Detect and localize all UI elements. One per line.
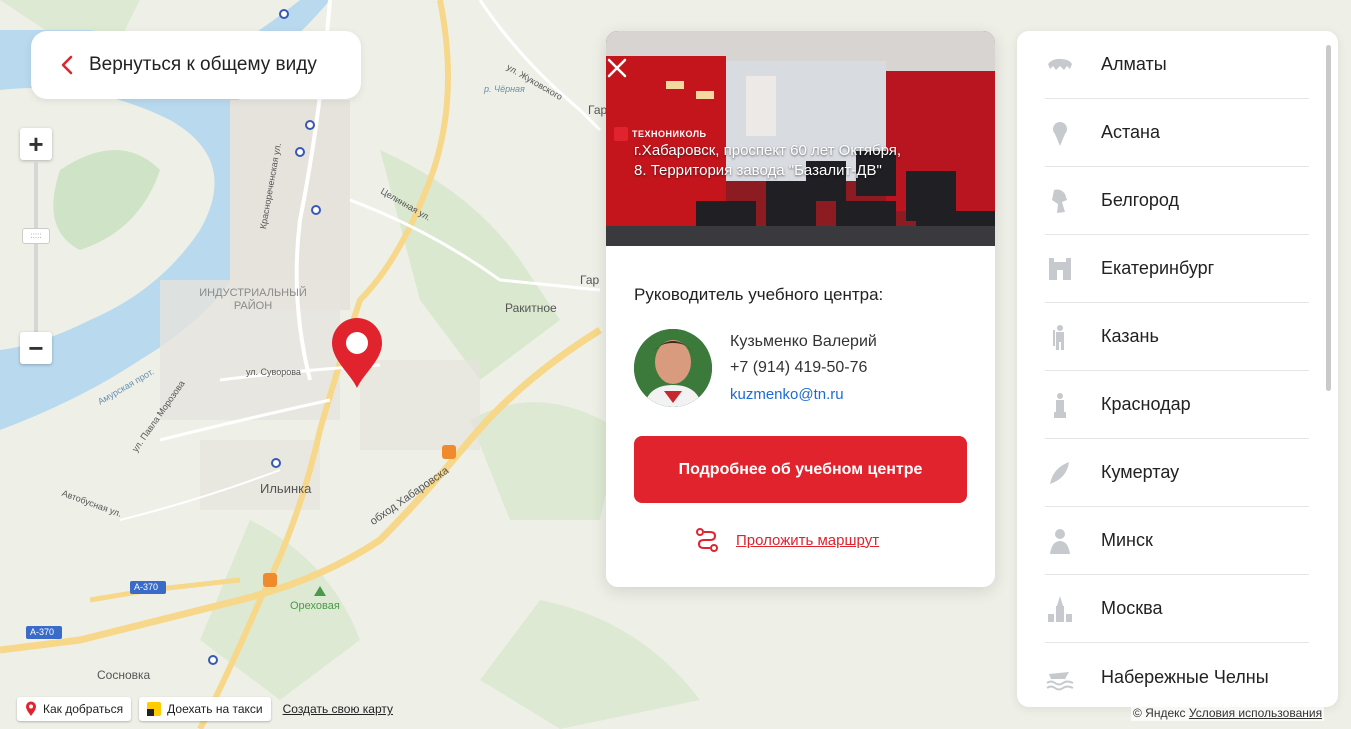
city-item-krasnodar[interactable]: Краснодар bbox=[1045, 371, 1309, 439]
city-item-ekaterinburg[interactable]: Екатеринбург bbox=[1045, 235, 1309, 303]
zoom-control: + ::::: − bbox=[20, 128, 52, 368]
city-item-moscow[interactable]: Москва bbox=[1045, 575, 1309, 643]
city-name: Кумертау bbox=[1101, 462, 1180, 482]
training-center-card: ТЕХНОНИКОЛЬ г.Хабаровск, проспект 60 лет… bbox=[606, 31, 995, 587]
manager-name: Кузьменко Валерий bbox=[730, 333, 877, 350]
pin-icon bbox=[26, 701, 36, 716]
create-map-link[interactable]: Создать свою карту bbox=[283, 702, 393, 716]
snow-leopard-icon bbox=[1045, 50, 1075, 80]
monument-bust-icon bbox=[1045, 526, 1075, 556]
terms-of-use-link[interactable]: Условия использования bbox=[1189, 706, 1322, 720]
back-button-label: Вернуться к общему виду bbox=[89, 54, 317, 75]
map-label-suvorova: ул. Суворова bbox=[246, 367, 301, 377]
map-label-gar-2: Гар bbox=[580, 273, 600, 287]
city-item-almaty[interactable]: Алматы bbox=[1045, 31, 1309, 99]
close-icon[interactable] bbox=[606, 57, 628, 79]
monument-icon bbox=[1045, 390, 1075, 420]
waves-boat-icon bbox=[1045, 662, 1075, 692]
fortress-icon bbox=[1045, 254, 1075, 284]
manager-phone[interactable]: +7 (914) 419-50-76 bbox=[730, 359, 867, 377]
map-label-rakitnoe: Ракитное bbox=[505, 301, 557, 315]
training-center-address: г.Хабаровск, проспект 60 лет Октября, 8.… bbox=[634, 142, 902, 179]
back-to-overview-button[interactable]: Вернуться к общему виду bbox=[31, 31, 361, 99]
map-bottom-bar: Как добраться Доехать на такси Создать с… bbox=[17, 697, 393, 721]
map-copyright: © Яндекс Условия использования bbox=[1131, 705, 1325, 721]
build-route-label: Проложить маршрут bbox=[736, 531, 880, 549]
city-name: Белгород bbox=[1101, 190, 1180, 210]
city-item-kumertau[interactable]: Кумертау bbox=[1045, 439, 1309, 507]
directions-button[interactable]: Как добраться bbox=[17, 697, 132, 721]
baiterek-icon bbox=[1045, 118, 1075, 148]
city-name: Екатеринбург bbox=[1101, 258, 1215, 278]
city-name: Минск bbox=[1101, 530, 1153, 550]
city-name: Астана bbox=[1101, 122, 1161, 142]
map-label-a370-2: А-370 bbox=[30, 627, 55, 637]
manager-heading: Руководитель учебного центра: bbox=[634, 285, 884, 304]
city-list-scrollbar[interactable] bbox=[1326, 45, 1331, 391]
chevron-left-icon bbox=[61, 55, 73, 75]
map-label-chyornaya: р. Чёрная bbox=[484, 84, 525, 94]
map-label-gar: Гар bbox=[588, 103, 608, 117]
city-item-belgorod[interactable]: Белгород bbox=[1045, 167, 1309, 235]
location-pin-icon[interactable] bbox=[330, 318, 384, 390]
city-name: Краснодар bbox=[1101, 394, 1191, 414]
brand-logo: ТЕХНОНИКОЛЬ bbox=[614, 127, 707, 141]
city-item-minsk[interactable]: Минск bbox=[1045, 507, 1309, 575]
zoom-track[interactable] bbox=[34, 162, 38, 332]
manager-email-link[interactable]: kuzmenko@tn.ru bbox=[730, 386, 844, 403]
warrior-icon bbox=[1045, 322, 1075, 352]
city-name: Алматы bbox=[1101, 54, 1167, 74]
city-name: Казань bbox=[1101, 326, 1159, 346]
training-center-photo: ТЕХНОНИКОЛЬ г.Хабаровск, проспект 60 лет… bbox=[606, 31, 995, 246]
manager-photo bbox=[634, 329, 712, 407]
zoom-in-button[interactable]: + bbox=[20, 128, 52, 160]
build-route-link[interactable]: Проложить маршрут bbox=[696, 528, 879, 552]
leaf-emblem-icon bbox=[1045, 458, 1075, 488]
taxi-icon bbox=[147, 702, 162, 716]
kremlin-icon bbox=[1045, 594, 1075, 624]
map-label-district: ИНДУСТРИАЛЬНЫЙ РАЙОН bbox=[199, 287, 307, 312]
city-item-astana[interactable]: Астана bbox=[1045, 99, 1309, 167]
zoom-out-button[interactable]: − bbox=[20, 332, 52, 364]
map-label-orekhovaya: Ореховая bbox=[290, 600, 340, 612]
training-center-details-button[interactable]: Подробнее об учебном центре bbox=[634, 436, 967, 503]
zoom-slider-handle[interactable]: ::::: bbox=[22, 228, 50, 244]
city-item-naberezhnye-chelny[interactable]: Набережные Челны bbox=[1045, 643, 1309, 707]
city-list-panel: Алматы Астана Белгород Екатеринбург Каза… bbox=[1017, 31, 1338, 707]
map-label-a370-1: А-370 bbox=[134, 582, 159, 592]
city-name: Набережные Челны bbox=[1101, 666, 1269, 687]
map-label-sosnovka: Сосновка bbox=[97, 668, 151, 682]
route-icon bbox=[696, 528, 718, 552]
city-name: Москва bbox=[1101, 598, 1163, 618]
city-item-kazan[interactable]: Казань bbox=[1045, 303, 1309, 371]
lion-crest-icon bbox=[1045, 186, 1075, 216]
map-label-ilyinka: Ильинка bbox=[260, 481, 312, 496]
avatar bbox=[634, 329, 712, 407]
taxi-button[interactable]: Доехать на такси bbox=[139, 697, 271, 721]
